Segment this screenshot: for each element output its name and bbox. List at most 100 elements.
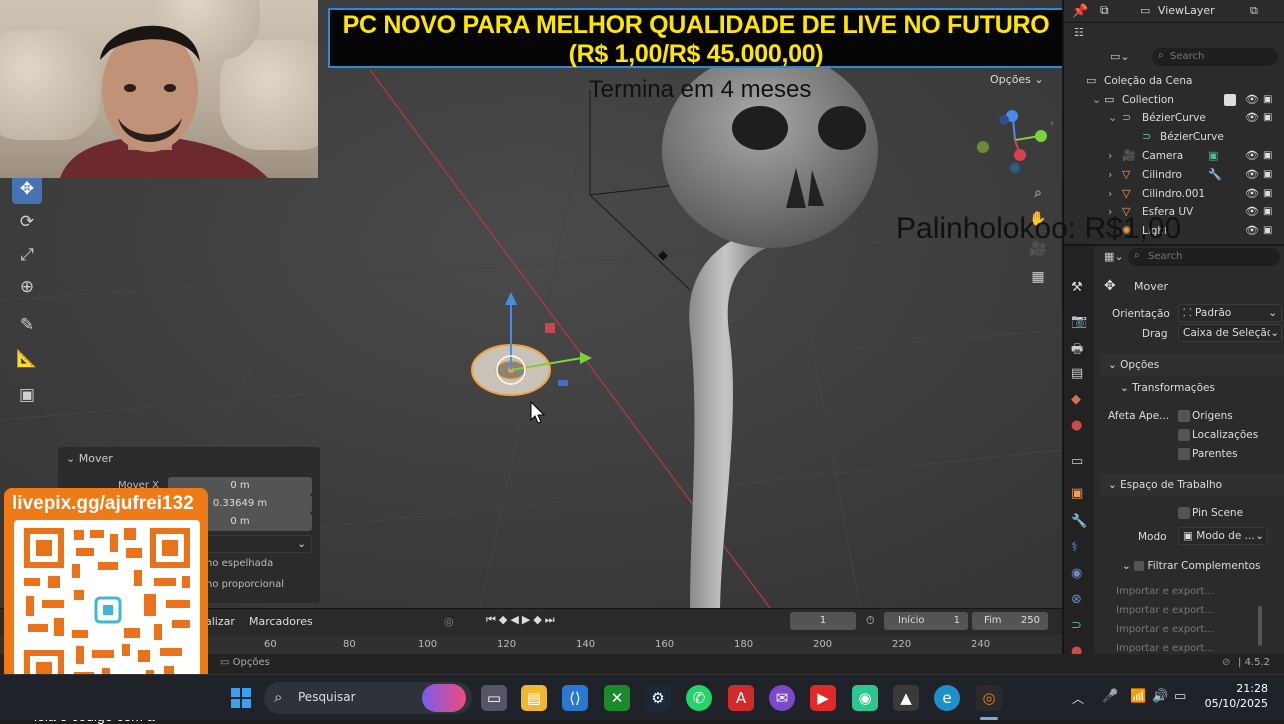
render-camera-icon[interactable]: ▣ (1263, 203, 1272, 221)
particles-tab-icon[interactable]: ⚕ (1071, 540, 1078, 555)
scene-tab-icon[interactable]: ◆ (1071, 392, 1081, 407)
locations-checkbox[interactable] (1178, 429, 1190, 441)
render-tab-icon[interactable]: 📷 (1071, 314, 1087, 329)
app-wolf-icon[interactable]: ▲ (893, 685, 919, 711)
ortho-toggle-button[interactable]: ▦ (1025, 264, 1051, 290)
exclude-checkbox[interactable] (1224, 94, 1236, 106)
addon-item[interactable]: Importar e export... (1116, 624, 1214, 635)
render-camera-icon[interactable]: ▣ (1263, 91, 1272, 109)
addon-item[interactable]: Importar e export... (1116, 586, 1214, 597)
end-frame-field[interactable]: Fim 250 (972, 612, 1048, 630)
wifi-icon[interactable]: 📶 (1130, 689, 1146, 704)
add-cube-tool-button[interactable]: ▣ (12, 380, 42, 410)
render-camera-icon[interactable]: ▣ (1263, 166, 1272, 184)
status-options[interactable]: ▭ Opções (220, 657, 270, 668)
pin-icon[interactable]: 📌 (1072, 4, 1088, 19)
render-camera-icon[interactable]: ▣ (1263, 222, 1272, 240)
start-button[interactable] (228, 685, 254, 711)
scene-icon[interactable]: ⧉ (1100, 3, 1109, 18)
transform-tool-button[interactable]: ⊕ (12, 272, 42, 302)
measure-tool-button[interactable]: 📐 (12, 344, 42, 374)
physics-tab-icon[interactable]: ◉ (1071, 566, 1082, 581)
tool-tab-icon[interactable]: ⚒ (1071, 280, 1083, 295)
editor-type-icon[interactable]: ▦⌄ (1104, 250, 1124, 263)
filter-addons-toggle[interactable]: ⌄ Filtrar Complementos (1122, 560, 1261, 572)
current-frame-field[interactable]: 1 (790, 612, 856, 630)
scale-tool-button[interactable]: ⤢ (12, 240, 42, 270)
messenger-icon[interactable]: ✉ (769, 685, 795, 711)
adobe-icon[interactable]: A (728, 685, 754, 711)
render-camera-icon[interactable]: ▣ (1263, 185, 1272, 203)
visibility-eye-icon[interactable]: 👁 (1245, 185, 1259, 203)
clock[interactable]: 21:28 05/10/2025 (1200, 681, 1268, 711)
annotate-tool-button[interactable]: ✎ (12, 310, 42, 340)
render-camera-icon[interactable]: ▣ (1263, 109, 1272, 127)
addon-item[interactable]: Importar e export... (1116, 643, 1214, 654)
data-tab-icon[interactable]: ⊃ (1071, 618, 1082, 633)
outliner-search-input[interactable]: Search (1152, 48, 1278, 66)
orientation-select[interactable]: ⸬ Padrão ⌄ (1178, 304, 1282, 322)
proportional-option[interactable]: ho proporcional (206, 579, 284, 590)
world-tab-icon[interactable]: ● (1071, 418, 1082, 433)
record-icon[interactable]: ◎ (444, 615, 454, 628)
drag-select[interactable]: Caixa de Seleção ⌄ (1178, 324, 1282, 342)
battery-icon[interactable]: ▭ (1174, 689, 1186, 704)
microphone-icon[interactable]: 🎤 (1102, 689, 1118, 704)
options-section[interactable]: ⌄ Opções (1100, 354, 1284, 376)
jump-end-icon[interactable]: ⏭ (545, 613, 558, 626)
sidebar-toggle-icon[interactable]: ‹ (1050, 118, 1054, 129)
vscode-icon[interactable]: ⟨⟩ (562, 685, 588, 711)
timeline-view-menu[interactable]: alizar (205, 615, 235, 628)
mode-select[interactable]: ▣ Modo de ... ⌄ (1178, 527, 1268, 545)
move-tool-button[interactable]: ✥ (12, 174, 42, 204)
whatsapp-icon[interactable]: ✆ (686, 685, 712, 711)
copy-layer-icon[interactable]: ⧉ (1250, 4, 1258, 18)
tray-overflow-icon[interactable]: ︿ (1072, 690, 1084, 707)
constraints-tab-icon[interactable]: ⊗ (1071, 592, 1082, 607)
outliner-item-cilindro-001[interactable]: › ▽ Cilindro.001 👁 ▣ (1064, 185, 1284, 203)
visibility-eye-icon[interactable]: 👁 (1245, 109, 1259, 127)
parents-checkbox[interactable] (1178, 448, 1190, 460)
pin-scene-checkbox[interactable] (1178, 507, 1190, 519)
outliner-item-beziercurve[interactable]: ⌄ ⊃ BézierCurve 👁 ▣ (1064, 109, 1284, 127)
render-camera-icon[interactable]: ▣ (1263, 147, 1272, 165)
youtube-icon[interactable]: ▶ (810, 685, 836, 711)
mirror-option[interactable]: ho espelhada (206, 558, 273, 569)
stopwatch-icon[interactable]: ⏱ (866, 614, 875, 628)
task-view-icon[interactable]: ▭ (481, 685, 507, 711)
play-icon[interactable]: ▶ (522, 613, 533, 626)
properties-scrollbar[interactable] (1258, 606, 1262, 646)
outliner-scene-collection[interactable]: ▭ Coleção da Cena (1064, 72, 1284, 90)
collection-tab-icon[interactable]: ▭ (1071, 454, 1083, 469)
filter-icon[interactable]: ☷ (1074, 26, 1084, 39)
timeline-markers-menu[interactable]: Marcadores (249, 615, 313, 628)
operator-panel-header[interactable]: ⌄ Mover (66, 452, 113, 465)
view-layer-tab-icon[interactable]: ▤ (1071, 366, 1083, 381)
visibility-eye-icon[interactable]: 👁 (1245, 91, 1259, 109)
taskbar-search[interactable]: ⌕ Pesquisar (264, 682, 472, 714)
play-reverse-icon[interactable]: ◀ (510, 613, 521, 626)
outliner-item-beziercurve-data[interactable]: ⊃ BézierCurve (1064, 128, 1284, 146)
app-green-icon[interactable]: ◉ (852, 685, 878, 711)
origins-checkbox[interactable] (1178, 410, 1190, 422)
next-keyframe-icon[interactable]: ◆ (533, 613, 544, 626)
properties-search-input[interactable]: Search (1128, 248, 1280, 266)
visibility-eye-icon[interactable]: 👁 (1245, 166, 1259, 184)
addon-item[interactable]: Importar e export... (1116, 605, 1214, 616)
volume-icon[interactable]: 🔊 (1152, 689, 1168, 704)
blender-icon[interactable]: ◎ (976, 685, 1002, 711)
file-explorer-icon[interactable]: ▤ (521, 685, 547, 711)
edge-icon[interactable]: e (934, 685, 960, 711)
transform-subsection[interactable]: ⌄ Transformações (1120, 382, 1215, 394)
modifier-tab-icon[interactable]: 🔧 (1071, 514, 1087, 529)
workspace-section[interactable]: ⌄ Espaço de Trabalho (1100, 474, 1284, 496)
outliner-item-collection[interactable]: ⌄ ▭ Collection 👁 ▣ (1064, 91, 1284, 109)
rotate-tool-button[interactable]: ⟳ (12, 207, 42, 237)
start-frame-field[interactable]: Início 1 (884, 612, 968, 630)
outliner-item-cilindro[interactable]: › ▽ Cilindro 🔧 👁 ▣ (1064, 166, 1284, 184)
output-tab-icon[interactable]: 🖶 (1071, 340, 1083, 362)
zoom-button[interactable]: ⌕ (1025, 180, 1051, 206)
visibility-eye-icon[interactable]: 👁 (1245, 222, 1259, 240)
viewport-options-dropdown[interactable]: Opções ⌄ (990, 73, 1044, 86)
outliner-item-camera[interactable]: › 🎥 Camera ▣ 👁 ▣ (1064, 147, 1284, 165)
